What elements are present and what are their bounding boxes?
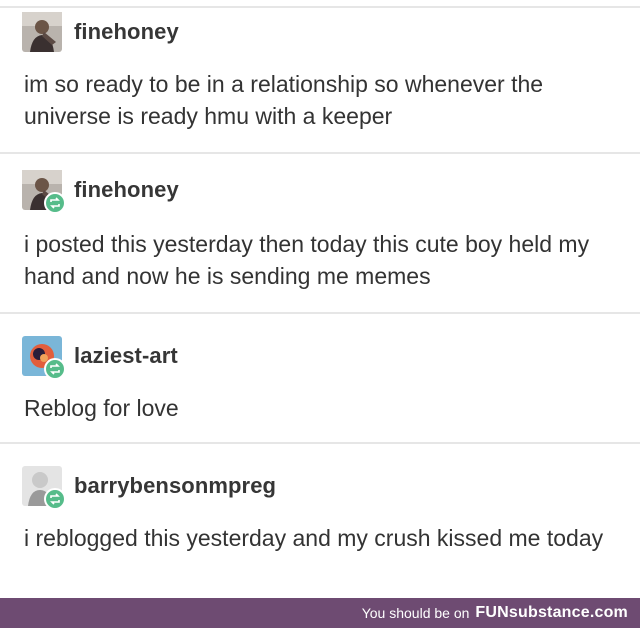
avatar[interactable] [22, 12, 62, 52]
person-photo-icon [22, 12, 62, 52]
post-divider [0, 442, 640, 444]
username[interactable]: finehoney [74, 177, 179, 203]
post-header: laziest-art [22, 336, 178, 380]
post-divider [0, 6, 640, 8]
post-header: barrybensonmpreg [22, 466, 276, 510]
username[interactable]: finehoney [74, 19, 179, 45]
watermark-prefix: You should be on [361, 605, 470, 621]
reblog-icon [44, 488, 66, 510]
reblog-icon [44, 192, 66, 214]
post-divider [0, 152, 640, 154]
username[interactable]: laziest-art [74, 343, 178, 369]
post-header: finehoney [22, 12, 179, 52]
post-text: i posted this yesterday then today this … [24, 231, 590, 289]
post-text: im so ready to be in a relationship so w… [24, 71, 544, 129]
watermark-banner: You should be on FUNsubstance.com [0, 598, 640, 628]
post-divider [0, 312, 640, 314]
avatar[interactable] [22, 170, 66, 214]
post-text: Reblog for love [24, 395, 179, 421]
avatar[interactable] [22, 466, 66, 510]
post-text: i reblogged this yesterday and my crush … [24, 525, 604, 551]
post-header: finehoney [22, 170, 179, 214]
username[interactable]: barrybensonmpreg [74, 473, 276, 499]
avatar[interactable] [22, 336, 66, 380]
watermark-brand: FUNsubstance.com [475, 604, 628, 621]
reblog-icon [44, 358, 66, 380]
